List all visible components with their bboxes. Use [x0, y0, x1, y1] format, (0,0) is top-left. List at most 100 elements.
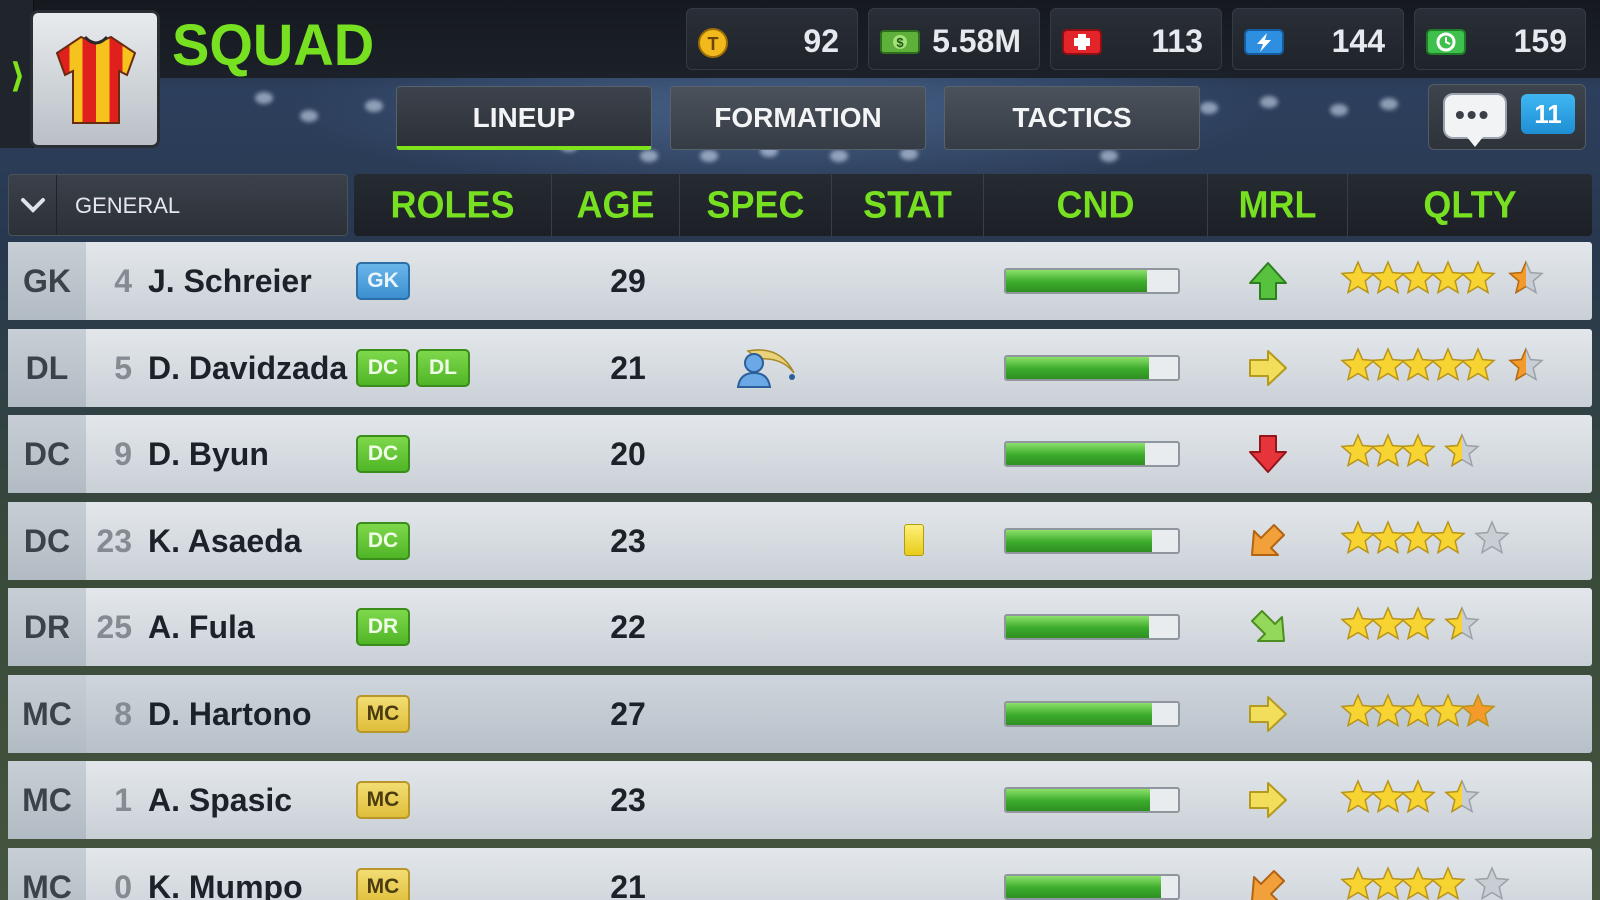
morale-right-arrow-icon [1249, 782, 1287, 818]
condition-bar [1004, 528, 1180, 554]
condition-bar-fill [1006, 876, 1161, 898]
player-row[interactable]: DC 9 D. Byun DC 20 [8, 415, 1592, 493]
condition-bar [1004, 614, 1180, 640]
resource-energy[interactable]: 144 [1232, 8, 1404, 70]
player-position: DL [25, 350, 69, 386]
stadium-light [1200, 102, 1218, 114]
col-stat[interactable]: STAT [832, 172, 984, 238]
player-age: 20 [610, 436, 646, 472]
team-kit-button[interactable] [30, 10, 160, 148]
player-age: 23 [610, 523, 646, 559]
condition-bar [1004, 268, 1180, 294]
condition-bar-fill [1006, 703, 1153, 725]
player-position: GK [23, 263, 71, 299]
column-headers: ROLES AGE SPEC STAT CND MRL QLTY [354, 172, 1592, 238]
role-badge: DC [356, 522, 410, 560]
resource-cash[interactable]: $ 5.58M [868, 8, 1040, 70]
team-shirt-icon [55, 35, 137, 124]
player-number: 23 [96, 523, 132, 559]
resource-value: 92 [803, 23, 839, 59]
stadium-light [1380, 98, 1398, 110]
morale-down-left-arrow-icon [1251, 524, 1285, 556]
player-name: A. Spasic [148, 782, 293, 818]
role-badge: DR [356, 608, 410, 646]
condition-bar [1004, 355, 1180, 381]
player-name: D. Davidzada [148, 350, 348, 386]
star-filled-icon [1460, 260, 1496, 295]
player-position: MC [22, 782, 72, 818]
star-empty-icon [1474, 866, 1510, 900]
star-half-icon [1508, 347, 1544, 382]
filter-label: GENERAL [75, 193, 181, 218]
condition-bar [1004, 441, 1180, 467]
time-boost-icon [1426, 29, 1466, 55]
player-number: 25 [96, 609, 132, 645]
stadium-light [640, 150, 658, 162]
side-menu-toggle[interactable]: ⟩ [0, 0, 34, 148]
player-row[interactable]: GK 4 J. Schreier GK 29 [8, 242, 1592, 320]
stadium-light [1260, 96, 1278, 108]
condition-bar [1004, 874, 1180, 900]
star-empty-icon [1474, 520, 1510, 555]
player-age: 27 [610, 696, 646, 732]
role-badge: GK [356, 262, 410, 300]
morale-right-arrow-icon [1249, 696, 1287, 732]
star-filled-icon [1400, 433, 1436, 468]
resource-value: 113 [1151, 23, 1203, 59]
player-row[interactable]: DL 5 D. Davidzada DC DL 21 [8, 329, 1592, 407]
player-name: J. Schreier [148, 263, 312, 299]
col-roles[interactable]: ROLES [354, 172, 552, 238]
tab-formation[interactable]: FORMATION [670, 86, 926, 150]
chat-button[interactable]: ••• 11 [1428, 84, 1586, 150]
resource-tokens[interactable]: T 92 [686, 8, 858, 70]
col-age[interactable]: AGE [552, 172, 680, 238]
player-row[interactable]: MC 0 K. Mumpo MC 21 [8, 848, 1592, 900]
cash-icon: $ [880, 30, 920, 54]
resource-medical[interactable]: 113 [1050, 8, 1222, 70]
player-number: 0 [114, 869, 132, 900]
yellow-card-icon[interactable] [904, 524, 924, 556]
condition-bar-fill [1006, 270, 1148, 292]
stadium-light [830, 150, 848, 162]
stadium-light [300, 110, 318, 122]
condition-bar [1004, 701, 1180, 727]
resource-value: 159 [1513, 23, 1567, 59]
star-filled-icon [1460, 693, 1496, 728]
player-age: 21 [610, 869, 646, 900]
specialist-icon[interactable] [728, 343, 798, 393]
condition-bar-fill [1006, 789, 1151, 811]
condition-bar-fill [1006, 616, 1149, 638]
player-name: D. Byun [148, 436, 269, 472]
player-row[interactable]: MC 1 A. Spasic MC 23 [8, 761, 1592, 839]
col-quality[interactable]: QLTY [1348, 172, 1592, 237]
tab-lineup[interactable]: LINEUP [396, 86, 652, 150]
player-number: 4 [114, 263, 132, 299]
morale-down-arrow-icon [1249, 435, 1287, 473]
stadium-light [700, 150, 718, 162]
page-title: SQUAD [172, 11, 375, 78]
star-filled-icon [1430, 520, 1466, 555]
star-half-icon [1444, 433, 1480, 468]
player-row[interactable]: MC 8 D. Hartono MC 27 [8, 675, 1592, 753]
chat-bubble-tail [1467, 137, 1483, 147]
morale-down-left-arrow-icon [1251, 870, 1285, 900]
col-condition[interactable]: CND [984, 172, 1208, 238]
chevron-down-icon [9, 175, 57, 235]
tab-tactics[interactable]: TACTICS [944, 86, 1200, 150]
star-filled-icon [1460, 347, 1496, 382]
player-age: 29 [610, 263, 646, 299]
energy-icon [1244, 29, 1284, 55]
stadium-light [365, 100, 383, 112]
col-spec[interactable]: SPEC [680, 172, 832, 238]
player-row[interactable]: DC 23 K. Asaeda DC 23 [8, 502, 1592, 580]
player-name: D. Hartono [148, 696, 312, 732]
player-age: 22 [610, 609, 646, 645]
player-row[interactable]: DR 25 A. Fula DR 22 [8, 588, 1592, 666]
player-position: DR [23, 609, 71, 645]
stadium-light [255, 92, 273, 104]
filter-dropdown[interactable]: GENERAL [8, 174, 348, 236]
role-badge: DC [356, 435, 410, 473]
resource-time-boost[interactable]: 159 [1414, 8, 1586, 70]
morale-up-arrow-icon [1249, 262, 1287, 300]
col-morale[interactable]: MRL [1208, 172, 1348, 238]
